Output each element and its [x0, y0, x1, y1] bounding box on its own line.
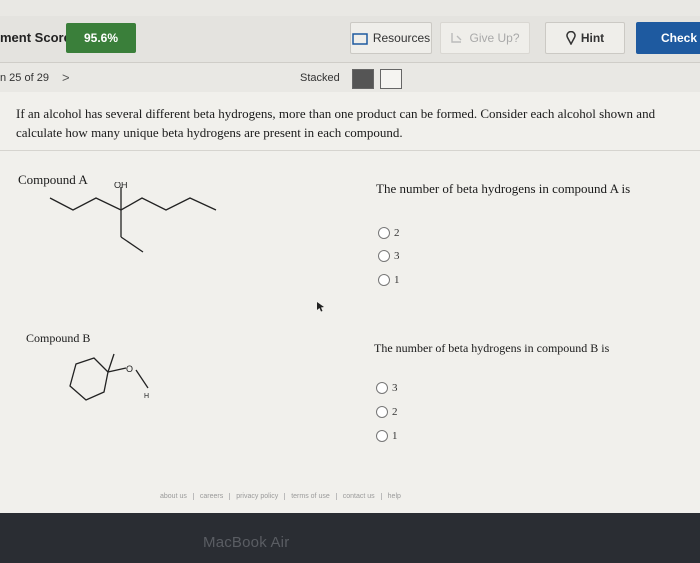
map-pin-icon: [566, 31, 576, 45]
radio-button[interactable]: [376, 406, 388, 418]
footer-link-contact[interactable]: contact us: [343, 493, 382, 500]
footer-link-terms[interactable]: terms of use: [291, 493, 337, 500]
oh-label: OH: [114, 182, 128, 190]
radio-button[interactable]: [376, 382, 388, 394]
score-label: ment Score:: [0, 30, 76, 45]
question-nav: n 25 of 29 > Stacked: [0, 69, 700, 91]
o-label: O: [126, 364, 133, 374]
hint-label: Hint: [580, 31, 605, 45]
compound-b-option[interactable]: 3: [376, 382, 398, 394]
option-label: 3: [392, 382, 398, 394]
compound-a-question: The number of beta hydrogens in compound…: [376, 181, 631, 196]
question-counter: n 25 of 29: [0, 72, 49, 84]
stacked-label: Stacked: [300, 72, 340, 84]
device-bezel-label: MacBook Air: [203, 534, 290, 551]
next-question-arrow[interactable]: >: [62, 70, 70, 85]
footer-link-privacy[interactable]: privacy policy: [236, 493, 286, 500]
check-answer-button[interactable]: Check A: [636, 22, 700, 54]
mouse-pointer-icon: [317, 302, 324, 312]
check-label: Check A: [661, 31, 700, 45]
single-view-toggle[interactable]: [380, 69, 402, 89]
compound-b-option[interactable]: 2: [376, 406, 398, 418]
question-panel: If an alcohol has several different beta…: [0, 92, 700, 513]
compound-a-structure: OH: [49, 182, 217, 253]
compound-b-label: Compound B: [26, 331, 91, 345]
compound-b-structure: O H: [69, 353, 149, 401]
option-label: 1: [394, 274, 400, 286]
question-text: If an alcohol has several different beta…: [16, 106, 656, 140]
browser-screen: ment Score: 95.6% Resources Give Up? Hin…: [0, 0, 700, 513]
option-label: 2: [394, 227, 400, 239]
radio-button[interactable]: [378, 250, 390, 262]
compound-b-option[interactable]: 1: [376, 430, 398, 442]
radio-button[interactable]: [376, 430, 388, 442]
resources-button[interactable]: Resources: [350, 22, 432, 54]
resources-label: Resources: [372, 31, 431, 45]
give-up-label: Give Up?: [469, 31, 520, 45]
footer-link-careers[interactable]: careers: [200, 493, 231, 500]
score-badge: 95.6%: [66, 23, 136, 53]
footer-link-help[interactable]: help: [388, 493, 407, 500]
give-up-button[interactable]: Give Up?: [440, 22, 530, 54]
give-up-icon: [451, 32, 462, 43]
footer-links: about us careers privacy policy terms of…: [160, 493, 407, 500]
compound-b-question: The number of beta hydrogens in compound…: [374, 341, 610, 355]
stacked-view-toggle[interactable]: [352, 69, 374, 89]
option-label: 2: [392, 406, 398, 418]
h-label: H: [144, 393, 149, 400]
footer-link-about[interactable]: about us: [160, 493, 194, 500]
radio-button[interactable]: [378, 274, 390, 286]
option-label: 3: [394, 250, 400, 262]
compound-a-option[interactable]: 1: [378, 274, 400, 286]
divider: [0, 150, 700, 151]
assignment-toolbar: ment Score: 95.6% Resources Give Up? Hin…: [0, 16, 700, 63]
folder-icon: [352, 32, 368, 45]
option-label: 1: [392, 430, 398, 442]
compound-a-option[interactable]: 2: [378, 227, 400, 239]
hint-button[interactable]: Hint: [545, 22, 625, 54]
compound-a-option[interactable]: 3: [378, 250, 400, 262]
radio-button[interactable]: [378, 227, 390, 239]
